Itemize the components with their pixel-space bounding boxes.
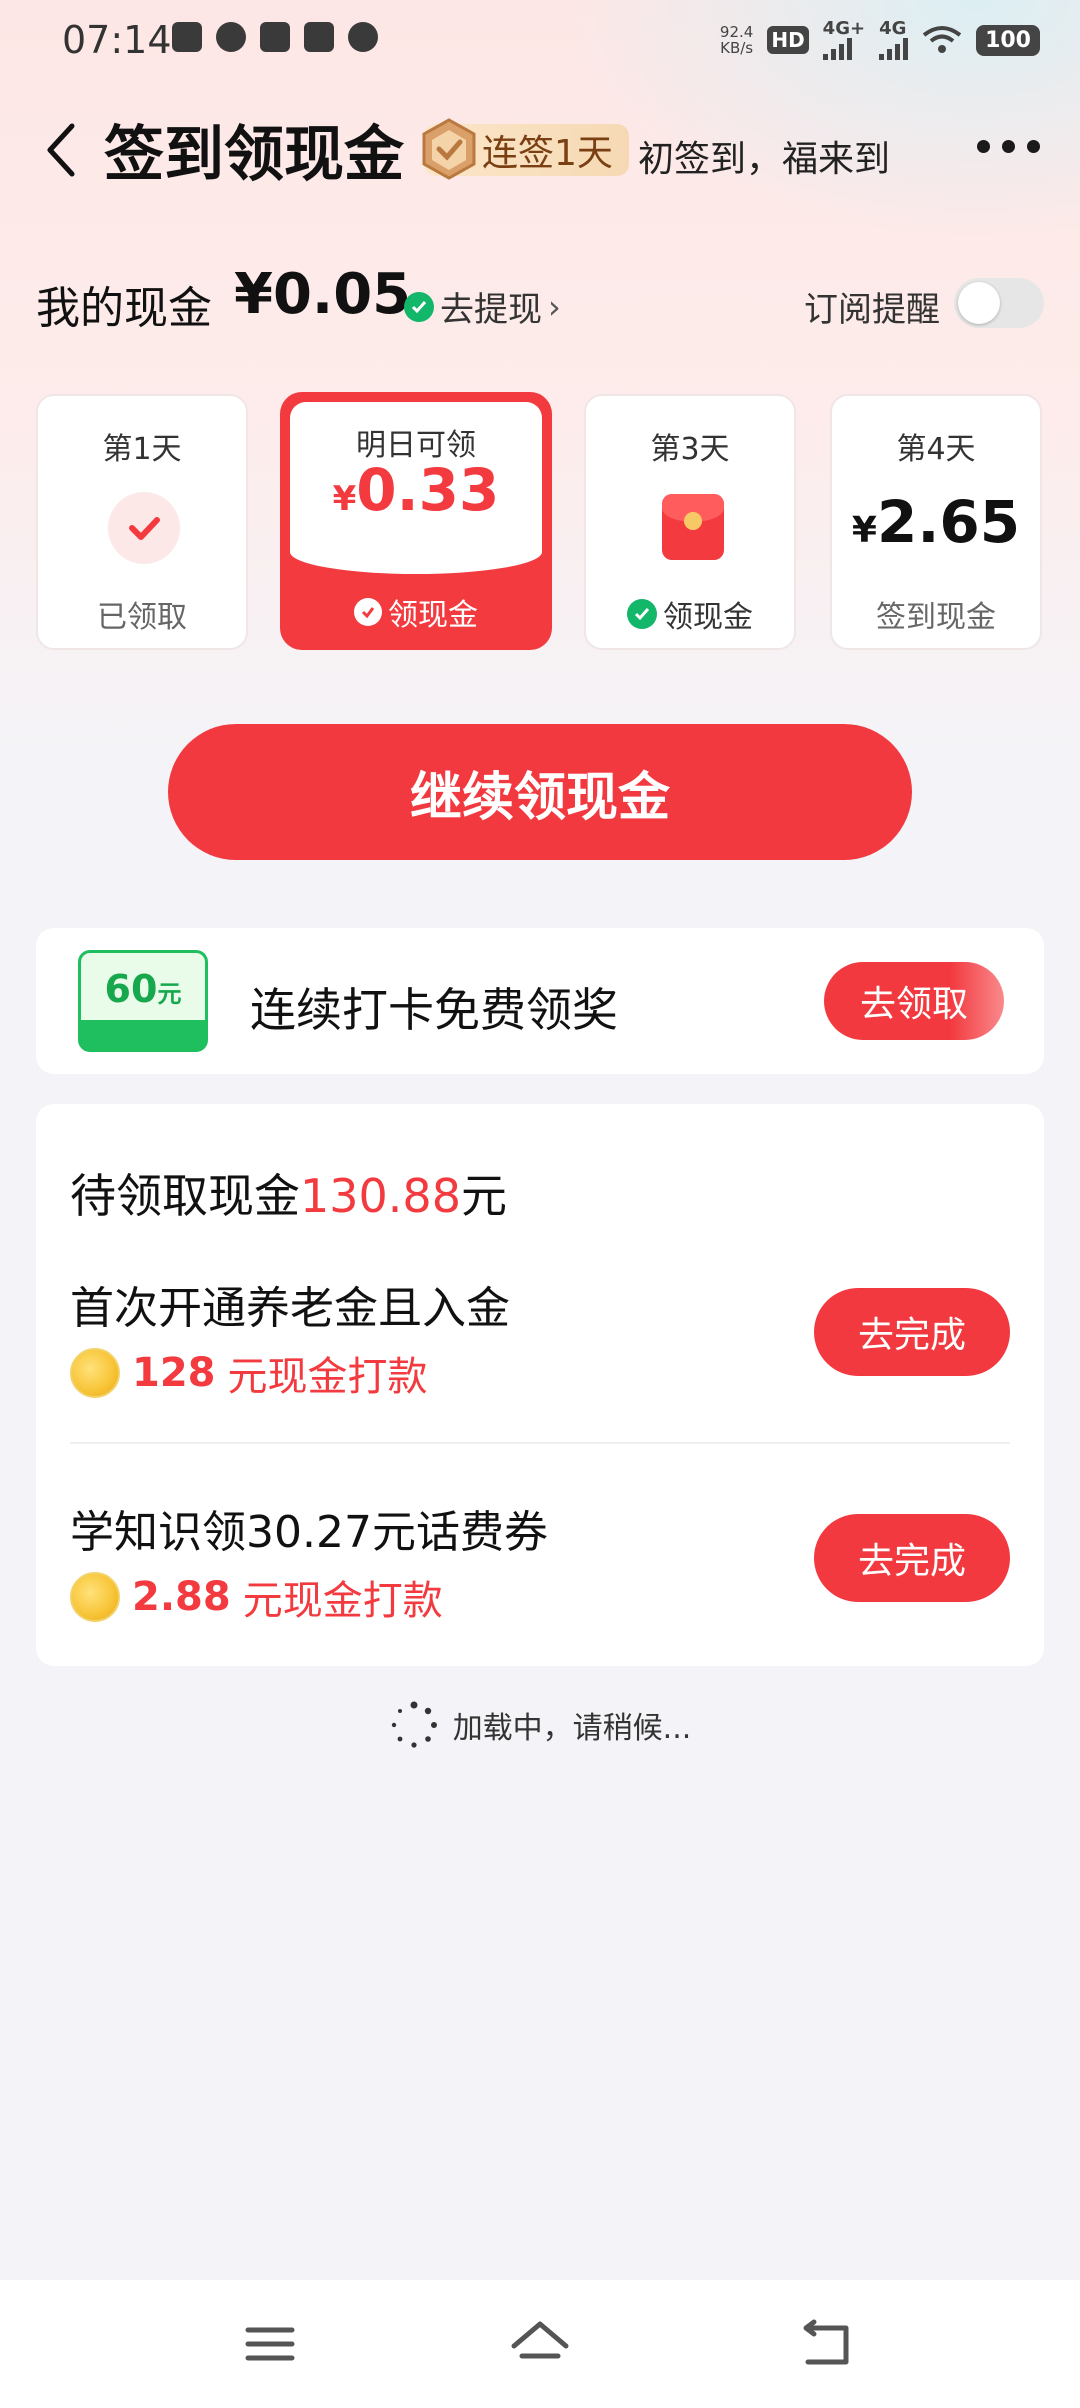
streak-reward-card: 60元 连续打卡免费领奖 去领取 (36, 928, 1044, 1074)
task-title: 首次开通养老金且入金 (70, 1283, 510, 1334)
system-nav-bar (0, 2280, 1080, 2408)
day-card-4: 第4天 ¥2.65 签到现金 (830, 394, 1042, 650)
loading-indicator: 加载中，请稍候... (0, 1700, 1080, 1750)
subscribe-reminder-label: 订阅提醒 (804, 290, 940, 330)
day-card-3: 第3天 领现金 (584, 394, 796, 650)
continue-claim-cash-button[interactable]: 继续领现金 (168, 724, 912, 860)
chevron-right-icon: › (548, 287, 561, 326)
day-label: 第1天 (102, 432, 182, 467)
signal-4g: 4G (879, 20, 909, 60)
page-title: 签到领现金 (104, 120, 404, 190)
status-indicators: 92.4 KB/s HD 4G+ 4G 100 (720, 20, 1040, 60)
day-card-tomorrow[interactable]: 明日可领 ¥0.33 领现金 (280, 392, 552, 650)
signal-4g-plus: 4G+ (822, 20, 865, 60)
header-slogan: 初签到，福来到 (638, 139, 891, 180)
task-reward: 128 元现金打款 (70, 1344, 428, 1402)
streak-reward-title: 连续打卡免费领奖 (250, 983, 618, 1037)
claimed-check-icon (108, 492, 180, 564)
tasks-card: 待领取现金130.88元 首次开通养老金且入金 128 元现金打款 去完成 学知识… (36, 1104, 1044, 1666)
more-options-icon[interactable] (977, 140, 1040, 153)
streak-badge-label: 连签1天 (482, 133, 613, 174)
archive-icon (304, 22, 334, 52)
battery-icon: 100 (976, 24, 1040, 56)
day-label: 第3天 (650, 432, 730, 467)
day-card-1: 第1天 已领取 (36, 394, 248, 650)
notification-icons (172, 22, 378, 52)
status-time: 07:14 (62, 18, 172, 62)
coin-icon (70, 1348, 120, 1398)
signal-bars-icon (822, 38, 865, 60)
pending-cash: 待领取现金130.88元 (70, 1169, 507, 1223)
mail-icon (260, 22, 290, 52)
subscribe-reminder-toggle[interactable] (954, 278, 1044, 328)
claim-cash-label: 领现金 (280, 590, 552, 634)
toggle-knob (958, 282, 1000, 324)
my-cash-label: 我的现金 (36, 283, 212, 334)
menu-icon[interactable] (238, 2316, 302, 2372)
back-arrow-icon[interactable] (42, 120, 78, 180)
home-icon[interactable] (508, 2316, 572, 2372)
task-title: 学知识领30.27元话费券 (70, 1507, 548, 1558)
spinner-icon (391, 1701, 437, 1748)
coupon-icon: 60元 (78, 950, 208, 1052)
red-packet-icon (662, 494, 724, 560)
complete-task-button[interactable]: 去完成 (814, 1514, 1010, 1602)
loading-text: 加载中，请稍候... (452, 1711, 692, 1746)
day-amount: ¥2.65 (851, 488, 1021, 556)
divider (70, 1442, 1010, 1444)
wifi-icon (922, 26, 962, 53)
day-status: 签到现金 (876, 600, 996, 635)
hd-icon: HD (767, 26, 809, 54)
task-reward: 2.88 元现金打款 (70, 1568, 443, 1626)
check-circle-icon (404, 291, 434, 322)
claim-reward-button[interactable]: 去领取 (824, 962, 1004, 1040)
back-nav-icon[interactable] (794, 2316, 858, 2372)
coin-icon (70, 1572, 120, 1622)
check-circle-icon (354, 598, 382, 626)
clipboard-icon (172, 22, 202, 52)
signal-bars-icon (879, 38, 909, 60)
app-icon (348, 22, 378, 52)
message-icon (216, 22, 246, 52)
withdraw-label: 去提现 (440, 290, 542, 330)
withdraw-link[interactable]: 去提现 › (404, 282, 561, 331)
day-label: 第4天 (896, 432, 976, 467)
day-status: 领现金 (586, 592, 794, 636)
net-speed: 92.4 KB/s (719, 23, 754, 57)
medal-icon (422, 118, 476, 180)
complete-task-button[interactable]: 去完成 (814, 1288, 1010, 1376)
day-status: 已领取 (97, 600, 187, 635)
check-circle-icon (627, 599, 657, 629)
day-amount: ¥0.33 (332, 456, 500, 524)
my-cash-amount: ¥0.05 (234, 262, 412, 327)
